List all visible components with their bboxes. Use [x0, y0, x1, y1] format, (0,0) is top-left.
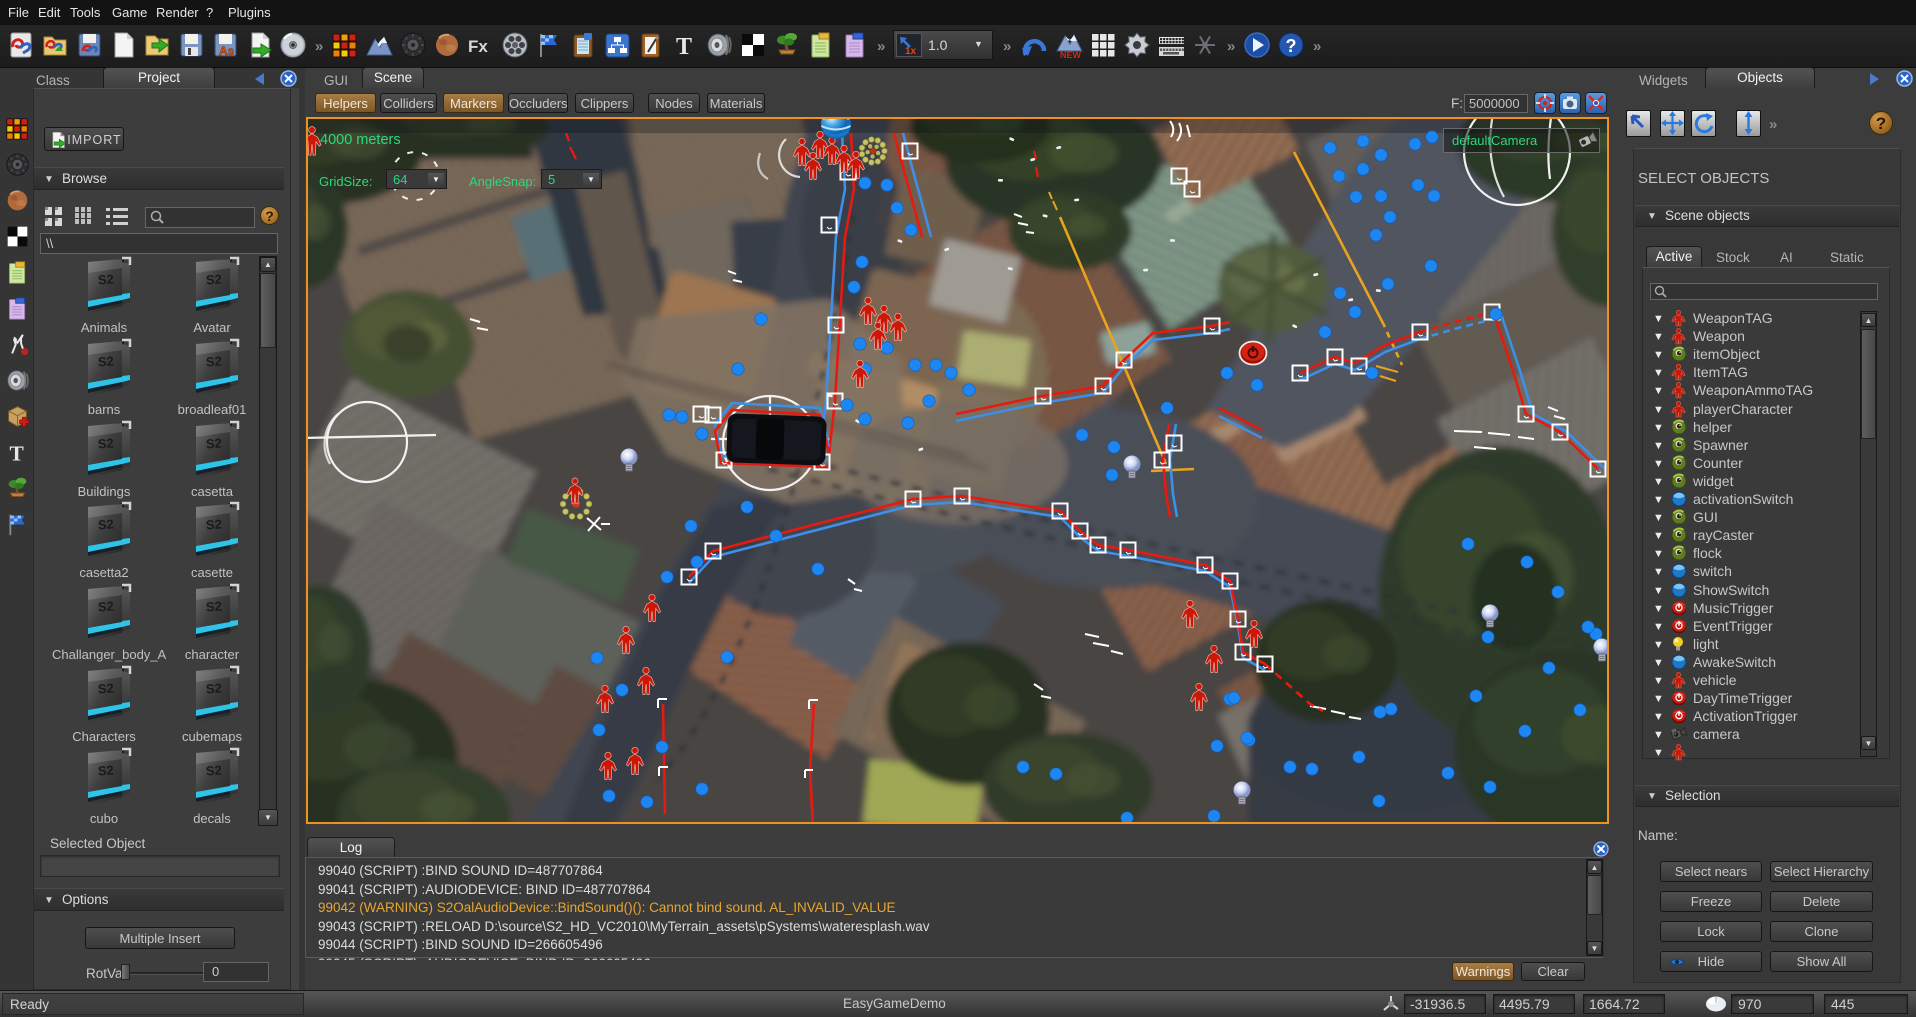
svg-text:S2: S2	[205, 598, 222, 614]
svg-text:S2: S2	[97, 598, 114, 614]
svg-text:S2: S2	[97, 353, 114, 369]
svg-text:S2: S2	[97, 516, 114, 532]
svg-text:4000 meters: 4000 meters	[320, 132, 401, 148]
svg-text:S2: S2	[97, 435, 114, 451]
svg-text:As: As	[219, 44, 235, 58]
svg-text:S2: S2	[205, 353, 222, 369]
svg-text:NEW: NEW	[1060, 50, 1082, 59]
svg-text:Fx: Fx	[468, 37, 488, 56]
svg-text:S2: S2	[205, 516, 222, 532]
svg-text:1x: 1x	[905, 46, 917, 56]
svg-text:S2: S2	[97, 680, 114, 696]
svg-text:T: T	[676, 34, 692, 59]
svg-text:S2: S2	[205, 762, 222, 778]
svg-text:S2: S2	[205, 271, 222, 287]
svg-text:S2: S2	[205, 435, 222, 451]
svg-text:S2: S2	[97, 271, 114, 287]
svg-text:?: ?	[1286, 36, 1297, 56]
svg-text:S2: S2	[97, 762, 114, 778]
svg-text:S2: S2	[205, 680, 222, 696]
svg-text:T: T	[9, 442, 23, 465]
